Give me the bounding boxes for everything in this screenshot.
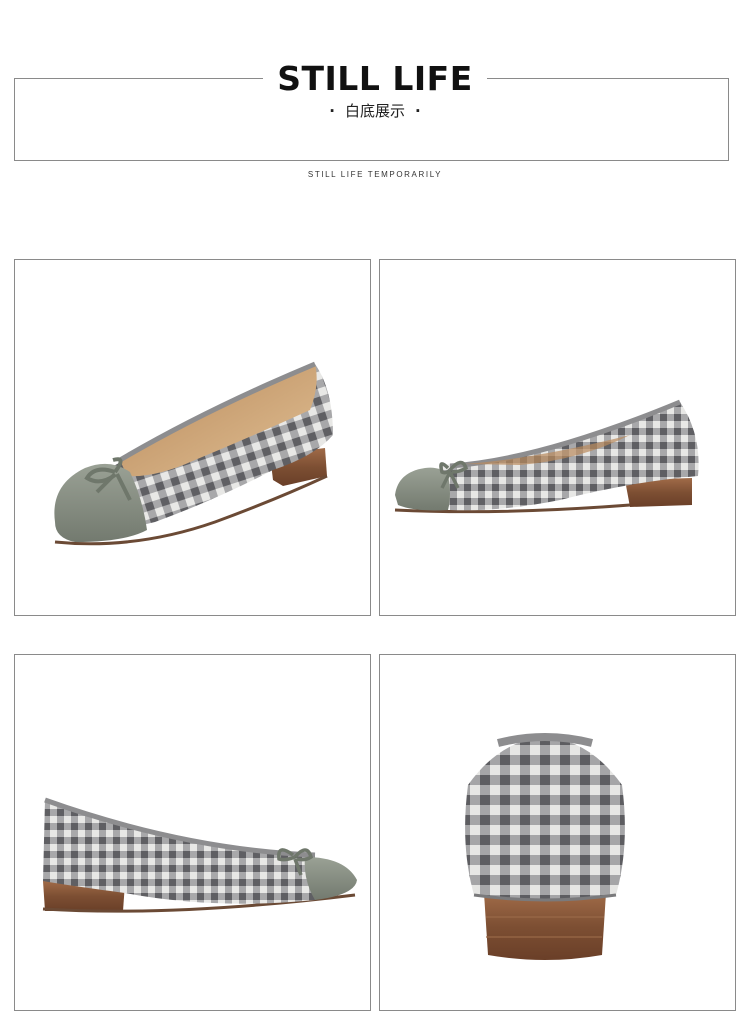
subtitle-text: 白底展示 bbox=[344, 102, 405, 120]
photo-side-view-left bbox=[379, 259, 736, 616]
shoe-three-quarter-image bbox=[54, 361, 333, 546]
photo-three-quarter-view bbox=[14, 259, 371, 616]
header-subtitle: · 白底展示 · bbox=[0, 100, 750, 121]
shoe-side-left-image bbox=[394, 399, 699, 514]
shoe-back-image bbox=[465, 733, 625, 960]
photo-side-view-right bbox=[14, 654, 371, 1011]
bullet-dot-right: · bbox=[415, 102, 421, 120]
header-caption: STILL LIFE TEMPORARILY bbox=[307, 170, 443, 179]
photo-back-view bbox=[379, 654, 736, 1011]
bullet-dot-left: · bbox=[329, 102, 335, 120]
shoe-side-right-image bbox=[42, 797, 357, 913]
